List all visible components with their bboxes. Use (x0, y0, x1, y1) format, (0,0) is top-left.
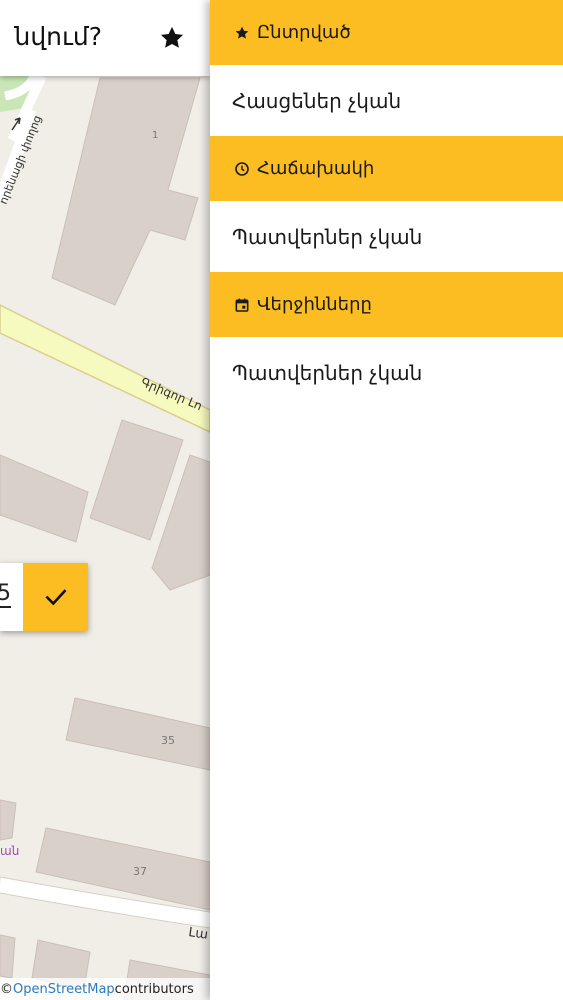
search-bar[interactable]: նվում? (0, 0, 210, 76)
map-view[interactable]: որենացի փողոց Գրիգոր Լո Լա 1 35 37 ան նվ… (0, 0, 210, 1000)
building (0, 799, 17, 841)
section-title: Հաճախակի (257, 158, 375, 179)
map-canvas[interactable]: որենացի փողոց Գրիգոր Լո Լա 1 35 37 ան (0, 0, 210, 1000)
confirm-input[interactable]: 5 (0, 563, 23, 631)
confirm-input-box: 5 (0, 563, 88, 631)
map-attribution: © OpenStreetMap contributors (0, 978, 210, 1000)
section-empty-frequent: Պատվերներ չկան (210, 201, 563, 272)
attribution-prefix: © (0, 981, 13, 997)
star-icon (234, 25, 250, 41)
openstreetmap-link[interactable]: OpenStreetMap (13, 982, 115, 997)
building-number: 37 (133, 865, 147, 878)
street-label: Լա (187, 925, 209, 943)
empty-text: Հասցեներ չկան (232, 88, 402, 113)
confirm-button[interactable] (23, 563, 88, 631)
building (51, 77, 201, 306)
section-header-favorites: Ընտրված (210, 0, 563, 65)
confirm-input-value: 5 (0, 582, 11, 608)
check-icon (44, 589, 67, 606)
search-query-text[interactable]: նվում? (14, 22, 102, 51)
calendar-icon (234, 297, 250, 313)
clock-icon (234, 161, 250, 177)
star-icon (160, 26, 184, 48)
section-title: Ընտրված (257, 22, 351, 43)
favorite-button[interactable] (152, 18, 192, 58)
empty-text: Պատվերներ չկան (232, 360, 423, 385)
building-number: 35 (161, 734, 175, 747)
attribution-suffix: contributors (114, 981, 194, 997)
section-empty-favorites: Հասցեներ չկան (210, 65, 563, 136)
building-number: 1 (152, 130, 158, 141)
section-title: Վերջինները (257, 294, 372, 315)
poi-label: ան (0, 844, 19, 858)
building (0, 934, 16, 979)
section-header-frequent: Հաճախակի (210, 136, 563, 201)
side-drawer: Ընտրված Հասցեներ չկան Հաճախակի Պատվերներ… (210, 0, 563, 1000)
section-header-recent: Վերջինները (210, 272, 563, 337)
section-empty-recent: Պատվերներ չկան (210, 337, 563, 408)
building (0, 454, 89, 543)
main-road (0, 304, 210, 433)
empty-text: Պատվերներ չկան (232, 224, 423, 249)
building (65, 697, 210, 771)
